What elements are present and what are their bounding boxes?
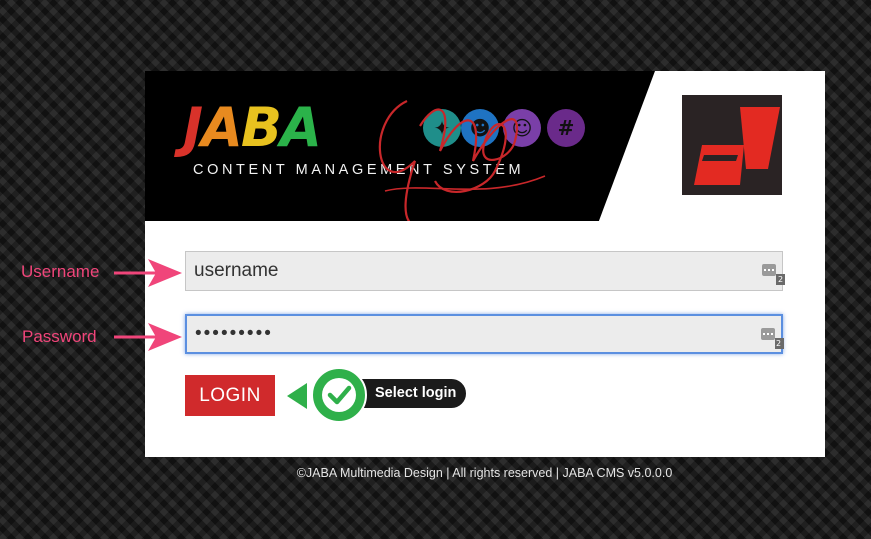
username-arrow-icon [114,259,182,287]
jaba-j-logo [682,95,782,195]
password-manager-badge: 2 [776,274,785,285]
password-arrow-icon [114,323,182,351]
username-value: username [194,260,279,281]
username-input[interactable]: username 2 [185,251,785,291]
cms-script-logo [378,100,546,221]
username-annotation-label: Username [21,262,100,281]
login-button[interactable]: LOGIN [185,375,275,416]
footer: ©JABA Multimedia Design | All rights res… [0,466,871,480]
password-annotation-label: Password [22,327,97,346]
header-banner: ✦ ☻ ☺ # JABA CONTENT MANAGEMENT SYSTEM [145,71,825,221]
check-callout-icon [287,367,367,423]
j-icon [694,107,780,185]
password-value: ••••••••• [195,323,273,344]
brand-logo: JABA [183,96,322,159]
password-manager-badge: 2 [775,338,784,349]
login-card: ✦ ☻ ☺ # JABA CONTENT MANAGEMENT SYSTEM u… [145,71,825,457]
password-manager-icon[interactable] [761,328,775,340]
copyright-text: ©JABA Multimedia Design | All rights res… [296,466,673,480]
password-manager-icon[interactable] [762,264,776,276]
password-input[interactable]: ••••••••• 2 [185,314,784,354]
